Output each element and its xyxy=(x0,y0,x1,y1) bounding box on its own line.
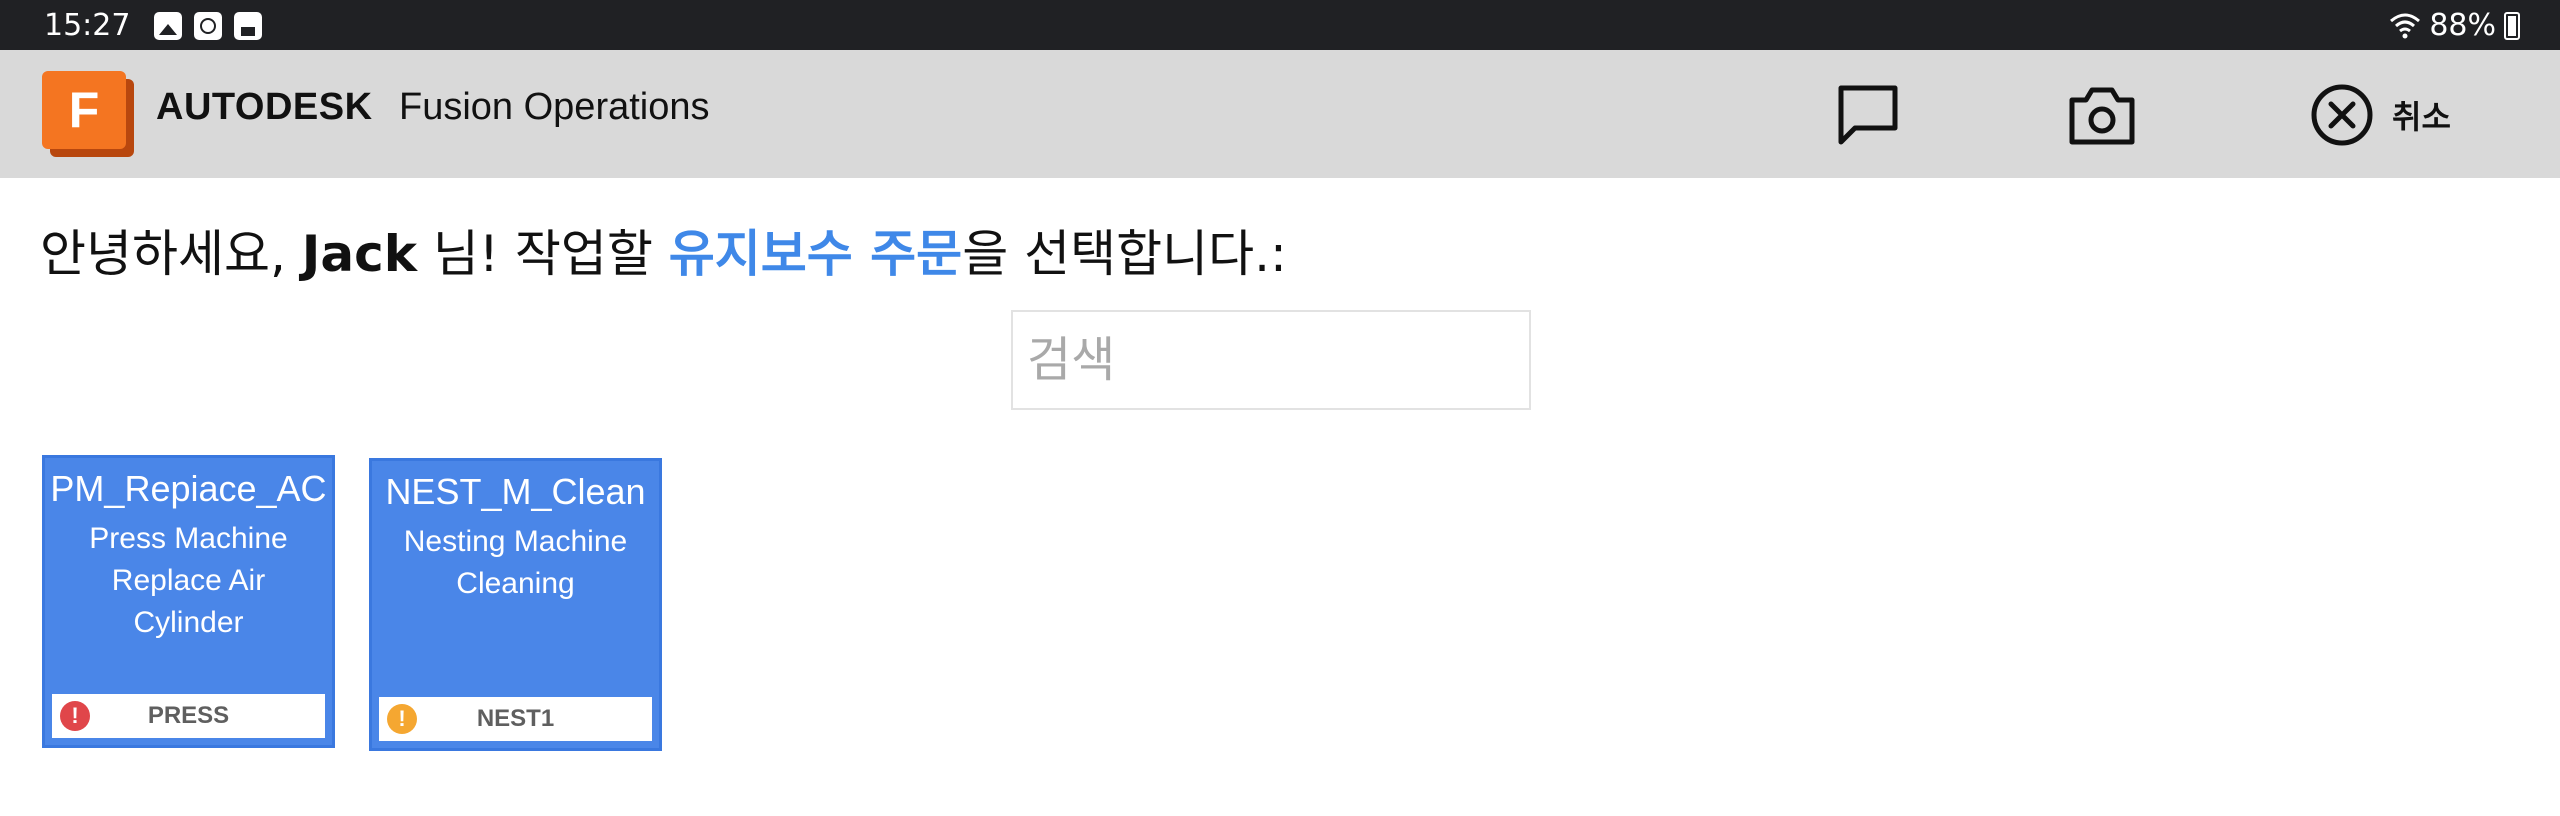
order-resource-bar: ! NEST1 xyxy=(379,697,652,741)
app-product-name: Fusion Operations xyxy=(399,86,710,128)
order-code: PM_Repiace_AC xyxy=(50,468,327,509)
order-resource: PRESS xyxy=(147,702,230,729)
logo-letter: F xyxy=(42,71,126,149)
app-brand: AUTODESK xyxy=(156,86,373,128)
chat-button[interactable] xyxy=(1833,80,1903,150)
fusion-logo: F xyxy=(42,71,134,157)
order-code: NEST_M_Clean xyxy=(385,471,646,512)
battery-percent: 88% xyxy=(2429,8,2496,43)
order-resource-bar: ! PRESS xyxy=(52,694,325,738)
greeting-suffix: 을 선택합니다.: xyxy=(962,225,1287,283)
order-card[interactable]: NEST_M_Clean Nesting Machine Cleaning ! … xyxy=(369,458,662,751)
status-time: 15:27 xyxy=(44,8,131,43)
app-header: F AUTODESK Fusion Operations 취소 xyxy=(0,50,2560,178)
close-circle-icon xyxy=(2311,84,2373,146)
order-card[interactable]: PM_Repiace_AC Press Machine Replace Air … xyxy=(42,455,335,748)
status-right: 88% xyxy=(2389,8,2520,43)
notification-icons xyxy=(154,12,262,40)
chat-icon xyxy=(1838,85,1898,145)
image-icon xyxy=(154,12,182,40)
greeting-middle: 님! 작업할 xyxy=(417,225,669,283)
greeting-text: 안녕하세요, Jack 님! 작업할 유지보수 주문을 선택합니다.: xyxy=(40,214,1287,286)
battery-icon xyxy=(2504,11,2520,40)
wifi-icon xyxy=(2390,13,2421,38)
clock-icon xyxy=(194,12,222,40)
camera-button[interactable] xyxy=(2067,80,2137,150)
user-name: Jack xyxy=(301,225,418,283)
cancel-button[interactable]: 취소 xyxy=(2310,80,2451,150)
order-resource: NEST1 xyxy=(476,705,555,732)
greeting-prefix: 안녕하세요, xyxy=(40,225,302,283)
search-input[interactable] xyxy=(1011,310,1531,410)
save-icon xyxy=(234,12,262,40)
order-description: Press Machine Replace Air Cylinder xyxy=(89,522,288,639)
cancel-label: 취소 xyxy=(2392,98,2451,136)
maintenance-order-link: 유지보수 주문 xyxy=(668,225,963,283)
status-bar: 15:27 88% xyxy=(0,0,2560,50)
order-description: Nesting Machine Cleaning xyxy=(403,525,628,600)
camera-icon xyxy=(2069,87,2135,145)
